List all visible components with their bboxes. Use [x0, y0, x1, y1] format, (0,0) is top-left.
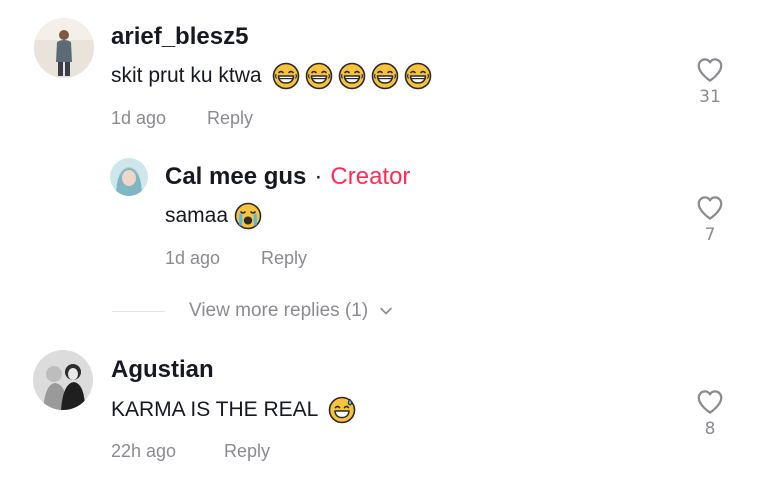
chevron-down-icon: [380, 307, 392, 315]
view-more-label: View more replies (1): [189, 300, 369, 321]
loudly-crying-emoji: [234, 202, 262, 230]
laughing-tears-emoji: [371, 62, 399, 90]
comment-text: KARMA IS THE REAL: [111, 396, 356, 424]
reply-button[interactable]: Reply: [261, 248, 307, 269]
view-more-replies-button[interactable]: View more replies (1): [189, 300, 394, 322]
laughing-tears-emoji: [404, 62, 432, 90]
reply-header: Cal mee gus · Creator: [165, 163, 410, 191]
heart-icon[interactable]: [695, 193, 725, 223]
avatar[interactable]: [34, 18, 94, 78]
like-count: 31: [699, 87, 721, 107]
like-button[interactable]: 8: [690, 387, 730, 439]
laughing-tears-emoji: [272, 62, 300, 90]
avatar[interactable]: [33, 350, 93, 410]
comment-timestamp: 1d ago: [111, 108, 167, 128]
like-count: 8: [704, 419, 716, 439]
heart-icon[interactable]: [695, 387, 725, 417]
comment-text: skit prut ku ktwa: [111, 62, 432, 90]
like-button[interactable]: 31: [690, 55, 730, 107]
laughing-tears-emoji: [305, 62, 333, 90]
reply-timestamp: 1d ago: [165, 248, 221, 268]
grinning-sweat-emoji: [328, 396, 356, 424]
comment-body: KARMA IS THE REAL: [111, 398, 319, 421]
comment-username[interactable]: Agustian: [111, 356, 214, 384]
like-button[interactable]: 7: [690, 193, 730, 245]
laughing-tears-emoji: [338, 62, 366, 90]
reply-button[interactable]: Reply: [207, 108, 253, 129]
heart-icon[interactable]: [695, 55, 725, 85]
reply-body: samaa: [165, 204, 229, 227]
comment-username[interactable]: arief_blesz5: [111, 23, 248, 51]
creator-badge: Creator: [330, 163, 411, 190]
separator-dot: ·: [314, 163, 323, 190]
comment-body: skit prut ku ktwa: [111, 64, 262, 87]
comment-timestamp: 22h ago: [111, 441, 177, 461]
reply-username[interactable]: Cal mee gus: [165, 163, 306, 191]
reply-button[interactable]: Reply: [224, 441, 270, 462]
reply-text: samaa: [165, 202, 262, 230]
emoji-group: [272, 62, 432, 90]
divider: [112, 311, 165, 312]
like-count: 7: [704, 225, 716, 245]
avatar[interactable]: [110, 158, 148, 196]
